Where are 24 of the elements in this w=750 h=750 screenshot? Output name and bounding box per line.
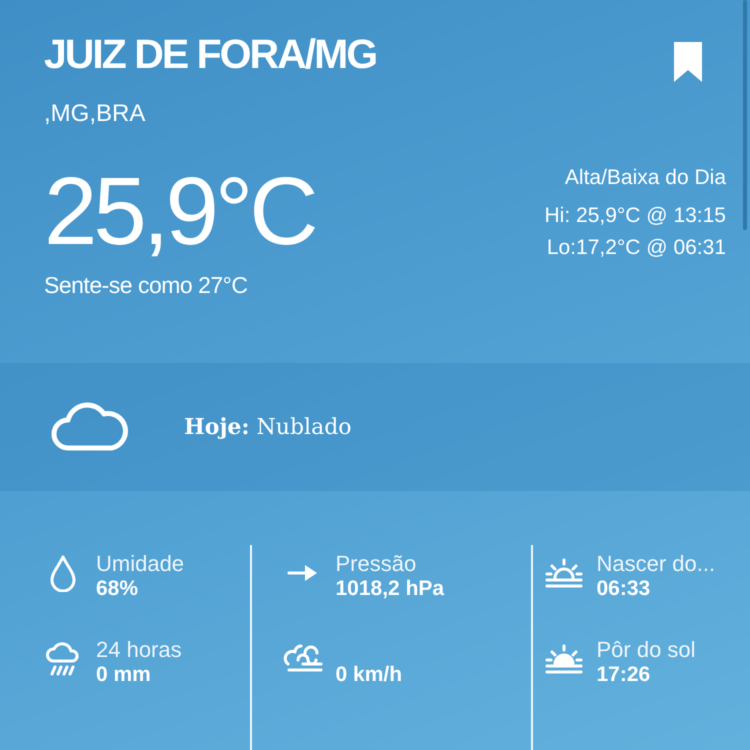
bookmark-icon[interactable] <box>674 42 702 82</box>
stat-value: 0 km/h <box>336 663 402 687</box>
drop-icon <box>48 554 78 592</box>
feels-like-text: Sente-se como 27°C <box>44 272 248 299</box>
low-text: Lo:17,2°C @ 06:31 <box>546 236 726 260</box>
temperature: 25,9°C <box>44 164 315 260</box>
region-text: ,MG,BRA <box>44 100 146 128</box>
condition-text: Hoje: Nublado <box>184 414 352 440</box>
high-text: Hi: 25,9°C @ 13:15 <box>544 204 726 228</box>
sunrise-icon <box>542 556 584 590</box>
stat-label: 24 horas <box>96 637 182 663</box>
stat-label: Umidade <box>96 551 184 577</box>
stat-value: 1018,2 hPa <box>336 577 444 601</box>
stat-value: 0 mm <box>96 663 152 687</box>
stat-label: Pôr do sol <box>596 637 696 663</box>
sunset-icon <box>542 642 584 676</box>
stat-label: Nascer do... <box>596 551 716 577</box>
high-low-title: Alta/Baixa do Dia <box>564 166 726 190</box>
city-title: JUIZ DE FORA/MG <box>44 30 376 79</box>
stat-label: Pressão <box>336 551 418 577</box>
stat-value: 06:33 <box>596 577 652 601</box>
stat-value: 17:26 <box>596 663 652 687</box>
stat-value: 68% <box>96 577 140 601</box>
arrow-icon <box>286 563 318 583</box>
